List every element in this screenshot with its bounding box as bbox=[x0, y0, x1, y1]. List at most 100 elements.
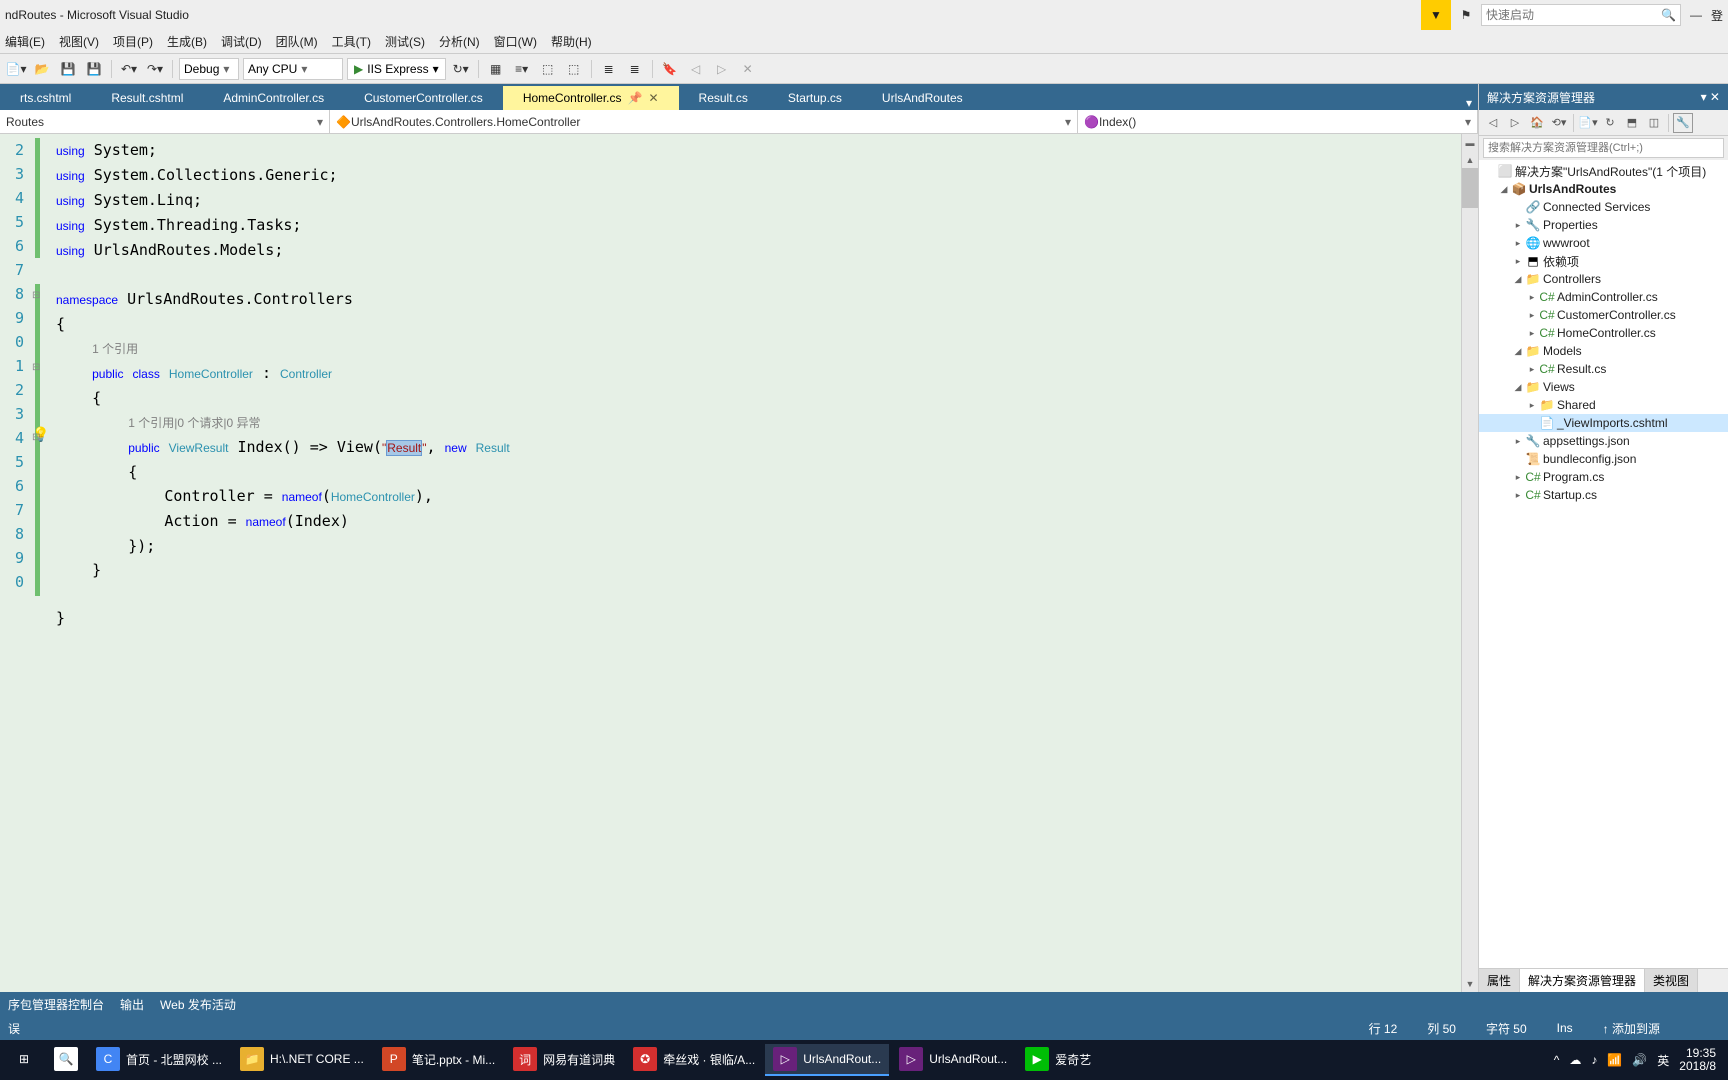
fold-icon[interactable]: ⊟ bbox=[32, 362, 40, 373]
tree-node[interactable]: ▸C#Program.cs bbox=[1479, 468, 1728, 486]
vertical-scrollbar[interactable]: ▬ ▲ ▼ bbox=[1461, 134, 1478, 992]
tb-icon[interactable]: ✕ bbox=[737, 58, 759, 80]
task-item[interactable]: ✪牵丝戏 · 银临/A... bbox=[625, 1044, 763, 1076]
side-tab-class[interactable]: 类视图 bbox=[1645, 969, 1698, 992]
tb-icon[interactable]: ≣ bbox=[598, 58, 620, 80]
code-editor[interactable]: 2 3 4 5 6 7 8 9 0 1 2 3 4 5 6 7 8 9 0 💡 … bbox=[0, 134, 1478, 992]
task-item[interactable]: ▶爱奇艺 bbox=[1017, 1044, 1099, 1076]
tray-volume-icon[interactable]: 🔊 bbox=[1632, 1053, 1647, 1067]
undo-button[interactable]: ↶▾ bbox=[118, 58, 140, 80]
panel-dropdown-icon[interactable]: ▾ ✕ bbox=[1701, 90, 1720, 104]
task-item[interactable]: 🔍 bbox=[46, 1044, 86, 1076]
tray-app-icon[interactable]: ♪ bbox=[1591, 1053, 1597, 1067]
tab-pkg[interactable]: 序包管理器控制台 bbox=[8, 996, 104, 1013]
browser-link-button[interactable]: ↻▾ bbox=[450, 58, 472, 80]
fold-icon[interactable]: ⊟ bbox=[32, 290, 40, 301]
platform-combo[interactable]: Any CPU bbox=[243, 58, 343, 80]
tb-icon[interactable]: ▷ bbox=[711, 58, 733, 80]
save-all-button[interactable]: 💾 bbox=[83, 58, 105, 80]
tree-node[interactable]: 📄_ViewImports.cshtml bbox=[1479, 414, 1728, 432]
scroll-down-icon[interactable]: ▼ bbox=[1462, 975, 1478, 992]
tab-routes[interactable]: UrlsAndRoutes bbox=[862, 86, 983, 110]
tb-icon[interactable]: ≡▾ bbox=[511, 58, 533, 80]
open-button[interactable]: 📂 bbox=[31, 58, 53, 80]
tb-icon[interactable]: 🔖 bbox=[659, 58, 681, 80]
login-label[interactable]: 登 bbox=[1711, 7, 1723, 24]
tab-startup[interactable]: Startup.cs bbox=[768, 86, 862, 110]
tab-output[interactable]: 输出 bbox=[120, 996, 144, 1013]
tree-node[interactable]: ▸C#HomeController.cs bbox=[1479, 324, 1728, 342]
side-tab-props[interactable]: 属性 bbox=[1479, 969, 1520, 992]
tree-node[interactable]: ◢📁Models bbox=[1479, 342, 1728, 360]
tabs-overflow[interactable]: ▾ bbox=[1460, 96, 1478, 110]
tree-node[interactable]: 🔗Connected Services bbox=[1479, 198, 1728, 216]
menu-build[interactable]: 生成(B) bbox=[167, 33, 207, 50]
tray-ime-icon[interactable]: 英 bbox=[1657, 1052, 1669, 1069]
menu-edit[interactable]: 编辑(E) bbox=[5, 33, 45, 50]
menu-test[interactable]: 测试(S) bbox=[385, 33, 425, 50]
tree-node[interactable]: ▸C#Startup.cs bbox=[1479, 486, 1728, 504]
clock[interactable]: 19:352018/8 bbox=[1679, 1047, 1716, 1073]
tb-icon[interactable]: ⬚ bbox=[537, 58, 559, 80]
tree-node[interactable]: ⬜解决方案"UrlsAndRoutes"(1 个项目) bbox=[1479, 162, 1728, 180]
menu-tools[interactable]: 工具(T) bbox=[332, 33, 371, 50]
status-add[interactable]: ↑ 添加到源 bbox=[1603, 1020, 1690, 1037]
tb-icon[interactable]: ◁ bbox=[685, 58, 707, 80]
tray-wifi-icon[interactable]: 📶 bbox=[1607, 1053, 1622, 1067]
tree-node[interactable]: ▸C#CustomerController.cs bbox=[1479, 306, 1728, 324]
tree-node[interactable]: 📜bundleconfig.json bbox=[1479, 450, 1728, 468]
collapse-icon[interactable]: ⬒ bbox=[1622, 113, 1642, 133]
nav-project[interactable]: Routes bbox=[0, 110, 330, 133]
tab-result-cs[interactable]: Result.cs bbox=[679, 86, 768, 110]
redo-button[interactable]: ↷▾ bbox=[144, 58, 166, 80]
show-all-icon[interactable]: ◫ bbox=[1644, 113, 1664, 133]
tree-node[interactable]: ▸C#AdminController.cs bbox=[1479, 288, 1728, 306]
notification-icon[interactable]: ▼ bbox=[1421, 0, 1451, 30]
menu-team[interactable]: 团队(M) bbox=[276, 33, 318, 50]
scroll-thumb[interactable] bbox=[1462, 168, 1478, 208]
tab-rts[interactable]: rts.cshtml bbox=[0, 86, 91, 110]
menu-analyze[interactable]: 分析(N) bbox=[439, 33, 480, 50]
tb-icon[interactable]: ≣ bbox=[624, 58, 646, 80]
tree-node[interactable]: ◢📁Views bbox=[1479, 378, 1728, 396]
quick-launch[interactable]: 🔍 bbox=[1481, 4, 1681, 26]
sync-icon[interactable]: ⟲▾ bbox=[1549, 113, 1569, 133]
tree-node[interactable]: ▸🔧Properties bbox=[1479, 216, 1728, 234]
task-item[interactable]: ▷UrlsAndRout... bbox=[765, 1044, 889, 1076]
task-item[interactable]: 📁H:\.NET CORE ... bbox=[232, 1044, 372, 1076]
nav-class[interactable]: 🔶 UrlsAndRoutes.Controllers.HomeControll… bbox=[330, 110, 1078, 133]
system-tray[interactable]: ^ ☁ ♪ 📶 🔊 英 19:352018/8 bbox=[1554, 1047, 1724, 1073]
tree-node[interactable]: ▸🔧appsettings.json bbox=[1479, 432, 1728, 450]
task-item[interactable]: P笔记.pptx - Mi... bbox=[374, 1044, 503, 1076]
split-button[interactable]: ▬ bbox=[1462, 134, 1478, 151]
config-combo[interactable]: Debug bbox=[179, 58, 239, 80]
tree-node[interactable]: ▸C#Result.cs bbox=[1479, 360, 1728, 378]
solution-tree[interactable]: ⬜解决方案"UrlsAndRoutes"(1 个项目)◢📦UrlsAndRout… bbox=[1479, 160, 1728, 968]
code-content[interactable]: using System; using System.Collections.G… bbox=[46, 134, 1461, 992]
tab-publish[interactable]: Web 发布活动 bbox=[160, 996, 236, 1013]
tab-result-cshtml[interactable]: Result.cshtml bbox=[91, 86, 203, 110]
quick-launch-input[interactable] bbox=[1486, 8, 1661, 22]
tree-node[interactable]: ▸🌐wwwroot bbox=[1479, 234, 1728, 252]
menu-project[interactable]: 项目(P) bbox=[113, 33, 153, 50]
task-item[interactable]: 词网易有道词典 bbox=[505, 1044, 623, 1076]
tb-icon[interactable]: ⬚ bbox=[563, 58, 585, 80]
tab-home[interactable]: HomeController.cs📌✕ bbox=[503, 86, 679, 110]
tree-node[interactable]: ▸⬒依赖项 bbox=[1479, 252, 1728, 270]
tree-node[interactable]: ◢📁Controllers bbox=[1479, 270, 1728, 288]
tray-cloud-icon[interactable]: ☁ bbox=[1569, 1053, 1581, 1067]
fold-icon[interactable]: ⊟ bbox=[32, 432, 40, 443]
tb-icon[interactable]: ▦ bbox=[485, 58, 507, 80]
run-button[interactable]: ▶IIS Express▾ bbox=[347, 58, 446, 80]
properties-icon[interactable]: 🔧 bbox=[1673, 113, 1693, 133]
fwd-icon[interactable]: ▷ bbox=[1505, 113, 1525, 133]
menu-help[interactable]: 帮助(H) bbox=[551, 33, 592, 50]
refresh-icon[interactable]: ↻ bbox=[1600, 113, 1620, 133]
home-icon[interactable]: 🏠 bbox=[1527, 113, 1547, 133]
nav-member[interactable]: 🟣 Index() bbox=[1078, 110, 1478, 133]
feedback-icon[interactable]: ⚑ bbox=[1455, 4, 1477, 26]
solution-search[interactable] bbox=[1479, 136, 1728, 160]
menu-window[interactable]: 窗口(W) bbox=[494, 33, 537, 50]
tray-chevron-icon[interactable]: ^ bbox=[1554, 1053, 1560, 1067]
task-item[interactable]: C首页 - 北盟网校 ... bbox=[88, 1044, 230, 1076]
